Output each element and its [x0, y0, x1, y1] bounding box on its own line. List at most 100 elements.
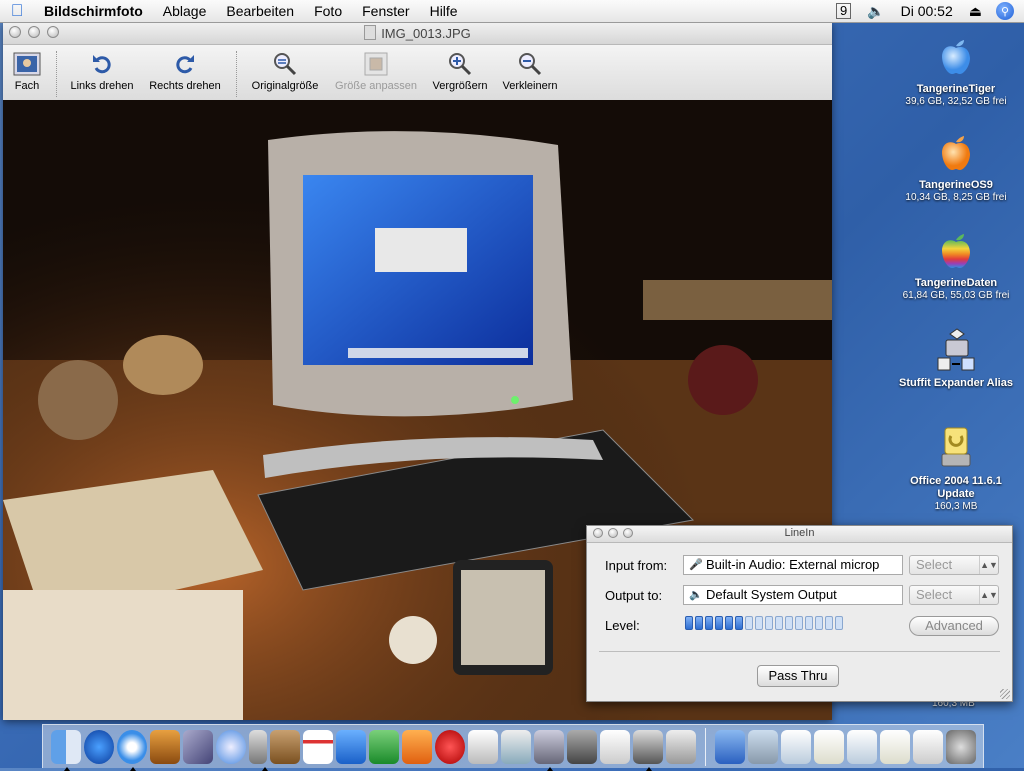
powerpoint-icon[interactable] [402, 729, 432, 764]
linein-titlebar[interactable]: LineIn [587, 526, 1012, 543]
input-select-popup[interactable]: Select ▲▼ [909, 555, 999, 575]
level-meter-segment [755, 616, 763, 630]
toolbar-separator [56, 51, 58, 97]
level-meter-segment [805, 616, 813, 630]
applications-folder-icon[interactable] [715, 729, 745, 764]
apple-menu-icon[interactable]:  [0, 1, 34, 21]
toolbar-label: Rechts drehen [149, 80, 221, 92]
desktop-icon-sub: 39,6 GB, 32,52 GB frei [905, 96, 1007, 107]
rotate-right-button[interactable]: Rechts drehen [146, 49, 224, 92]
desktop-icon-tangerineos9[interactable]: TangerineOS9 10,34 GB, 8,25 GB frei [891, 128, 1021, 204]
popup-arrows-icon: ▲▼ [979, 586, 998, 604]
desktop-icon-office-update[interactable]: Office 2004 11.6.1 Update 160,3 MB [891, 424, 1021, 513]
menu-foto[interactable]: Foto [304, 0, 352, 22]
excel-icon[interactable] [369, 729, 399, 764]
minimized-window-icon[interactable] [781, 729, 811, 764]
mail-icon[interactable] [183, 729, 213, 764]
tv-app-icon[interactable] [435, 729, 465, 764]
desktop-icon-label: TangerineOS9 [919, 179, 993, 191]
script-editor-icon[interactable] [501, 729, 531, 764]
eject-icon[interactable]: ⏏ [961, 3, 990, 20]
rotate-right-icon [176, 55, 194, 74]
jpeg-file-icon [364, 25, 377, 40]
toolbar: Fach Links drehen Rechts drehen Original… [3, 45, 832, 102]
minimized-window-icon[interactable] [814, 729, 844, 764]
rainbow-apple-icon [942, 234, 970, 268]
desktop-icon-stuffit-alias[interactable]: Stuffit Expander Alias [891, 326, 1021, 390]
level-meter-segment [835, 616, 843, 630]
popup-label: Select [916, 557, 953, 572]
level-meter-segment [725, 616, 733, 630]
rotate-left-button[interactable]: Links drehen [66, 49, 138, 92]
zoom-in-icon [449, 53, 472, 76]
pass-thru-button[interactable]: Pass Thru [757, 665, 839, 687]
input-source-text: Built-in Audio: External microp [706, 557, 880, 572]
ical-icon[interactable] [303, 729, 333, 764]
dock [42, 724, 984, 771]
microphone-app-icon[interactable] [249, 729, 268, 771]
fit-size-button[interactable]: Größe anpassen [330, 49, 422, 92]
volume-icon[interactable]: 🔈 [859, 3, 892, 20]
word-icon[interactable] [336, 729, 366, 764]
menu-bearbeiten[interactable]: Bearbeiten [216, 0, 304, 22]
advanced-button[interactable]: Advanced [909, 616, 999, 636]
actual-size-button[interactable]: Originalgröße [247, 49, 323, 92]
menu-hilfe[interactable]: Hilfe [420, 0, 468, 22]
desktop-icon-tangerinetiger[interactable]: TangerineTiger 39,6 GB, 32,52 GB frei [891, 32, 1021, 108]
magnifier-actual-icon [274, 53, 297, 76]
trash-can-app-icon[interactable] [633, 729, 663, 771]
zoom-in-button[interactable]: Vergrößern [426, 49, 494, 92]
speaker-icon: 🔈 [689, 589, 703, 601]
grab-icon[interactable] [666, 729, 696, 764]
camino-icon[interactable] [150, 729, 180, 764]
popup-label: Select [916, 587, 953, 602]
system-preferences-icon[interactable] [600, 729, 630, 764]
desktop-icon-label: Office 2004 11.6.1 Update [910, 475, 1002, 500]
level-label: Level: [605, 618, 640, 633]
address-book-icon[interactable] [270, 729, 300, 764]
itunes-icon[interactable] [216, 729, 246, 764]
level-meter-segment [815, 616, 823, 630]
finder-icon[interactable] [51, 729, 81, 771]
drawer-icon [13, 52, 41, 76]
minimized-window-icon[interactable] [913, 729, 943, 764]
resize-grip-icon[interactable] [1000, 689, 1010, 699]
menu-ablage[interactable]: Ablage [153, 0, 217, 22]
network-globe-icon[interactable] [84, 729, 114, 764]
stuffit-expander-icon [937, 328, 975, 371]
level-meter-segment [785, 616, 793, 630]
minimized-window-icon[interactable] [847, 729, 877, 764]
output-select-popup[interactable]: Select ▲▼ [909, 585, 999, 605]
utilities-icon[interactable] [567, 729, 597, 764]
toolbar-label: Vergrößern [432, 80, 488, 92]
menu-app[interactable]: Bildschirmfoto [34, 0, 153, 22]
minimized-window-icon[interactable] [880, 729, 910, 764]
level-meter-segment [715, 616, 723, 630]
fach-button[interactable]: Fach [9, 49, 45, 92]
level-meter-segment [745, 616, 753, 630]
preview-app-icon[interactable] [534, 729, 564, 771]
trash-icon[interactable] [946, 729, 976, 764]
toolbar-label: Originalgröße [251, 80, 319, 92]
textedit-icon[interactable] [468, 729, 498, 764]
linein-window: LineIn Input from: 🎤 Built-in Audio: Exte… [586, 525, 1013, 702]
desktop-icon-label: TangerineTiger [916, 83, 996, 95]
safari-icon[interactable] [117, 729, 147, 771]
script-menu-icon[interactable]: 9 [835, 3, 852, 19]
output-target-field[interactable]: 🔈 Default System Output [683, 585, 903, 605]
level-meter-segment [705, 616, 713, 630]
toolbar-label: Größe anpassen [335, 80, 417, 92]
desktop-icon-tangerinedaten[interactable]: TangerineDaten 61,84 GB, 55,03 GB frei [891, 226, 1021, 302]
desktop-icon-sub: 10,34 GB, 8,25 GB frei [905, 192, 1007, 203]
menu-fenster[interactable]: Fenster [352, 0, 419, 22]
apple-icon [942, 40, 970, 74]
level-meter-segment [825, 616, 833, 630]
zoom-out-button[interactable]: Verkleinern [497, 49, 563, 92]
level-meter-segment [695, 616, 703, 630]
input-source-field[interactable]: 🎤 Built-in Audio: External microp [683, 555, 903, 575]
documents-folder-icon[interactable] [748, 729, 778, 764]
spotlight-icon[interactable]: ⚲ [996, 2, 1014, 20]
clock[interactable]: Di 00:52 [893, 3, 961, 19]
window-titlebar[interactable]: IMG_0013.JPG [3, 22, 832, 45]
level-meter-segment [795, 616, 803, 630]
